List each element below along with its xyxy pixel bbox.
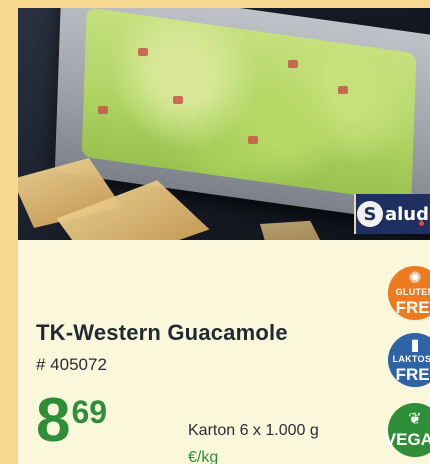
vegan-badge: ❦ VEGAN	[384, 403, 430, 457]
logo-s-mark: S	[356, 201, 383, 227]
price: 8 69	[36, 390, 107, 452]
price-integer: 8	[36, 386, 70, 455]
product-card[interactable]: S alud TK-Western Guacamole # 405072 8 6…	[0, 0, 430, 464]
price-decimal: 69	[71, 394, 108, 430]
lactose-free-top: LAKTOSE	[392, 353, 430, 364]
tomato-piece	[288, 60, 298, 68]
tomato-piece	[173, 96, 183, 104]
product-image[interactable]: S alud	[18, 8, 430, 240]
tomato-piece	[98, 106, 108, 114]
tomato-piece	[138, 48, 148, 56]
packaging-info: Karton 6 x 1.000 g	[188, 422, 319, 439]
vegan-label: VEGAN	[384, 430, 430, 449]
salud-logo: S alud	[354, 194, 430, 234]
leaf-icon: ❦	[408, 411, 422, 428]
gluten-free-bottom: FREI	[395, 297, 430, 317]
logo-dot	[419, 221, 424, 226]
tortilla-chip	[255, 212, 331, 240]
product-title: TK-Western Guacamole	[36, 320, 288, 345]
lactose-free-badge: ▮ LAKTOSE FREI	[388, 333, 430, 387]
milk-bottle-icon: ▮	[410, 336, 420, 354]
price-unit: €/kg	[188, 449, 219, 464]
gluten-free-badge: ✺ GLUTEN FREI	[388, 266, 430, 320]
wheat-icon: ✺	[408, 269, 422, 287]
gluten-free-top: GLUTEN	[395, 286, 430, 297]
tomato-piece	[248, 136, 258, 144]
tomato-piece	[338, 86, 348, 94]
product-sku: # 405072	[36, 355, 107, 374]
lactose-free-bottom: FREI	[395, 364, 430, 384]
